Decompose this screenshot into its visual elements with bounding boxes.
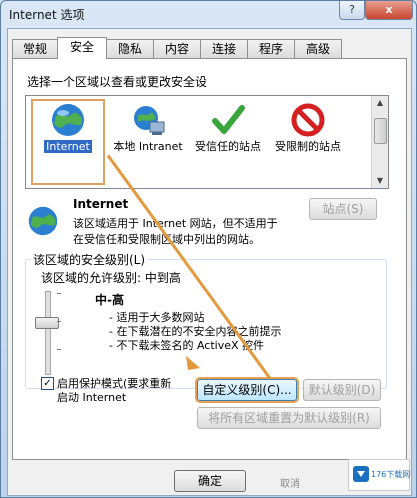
scroll-thumb[interactable]	[374, 118, 387, 144]
protected-mode-label-line2: 启动 Internet	[57, 391, 127, 404]
zone-prompt: 选择一个区域以查看或更改安全设	[27, 75, 208, 89]
tab-general[interactable]: 常规	[12, 39, 58, 58]
window-title: Internet 选项	[9, 8, 85, 22]
red-prohibited-icon	[291, 103, 325, 137]
watermark-text: 176下载网	[371, 470, 411, 479]
security-level-label: 该区域的安全级别(L)	[31, 251, 148, 268]
zone-restricted-sites[interactable]: 受限制的站点	[272, 100, 344, 184]
annotation-arrowhead-icon	[186, 356, 200, 370]
allowed-levels-text: 该区域的允许级别: 中到高	[41, 271, 181, 285]
globe-icon	[28, 206, 58, 236]
zone-trusted-sites-label: 受信任的站点	[195, 140, 261, 153]
scroll-up-arrow-icon[interactable]: ▲	[372, 96, 388, 110]
zone-local-intranet-label: 本地 Intranet	[113, 140, 183, 153]
custom-level-button[interactable]: 自定义级别(C)...	[195, 377, 299, 403]
download-site-logo-icon	[353, 466, 369, 482]
zone-local-intranet[interactable]: 本地 Intranet	[112, 100, 184, 184]
tab-programs[interactable]: 程序	[247, 39, 295, 58]
zone-trusted-sites[interactable]: 受信任的站点	[192, 100, 264, 184]
tab-security[interactable]: 安全	[57, 37, 107, 59]
security-level-slider[interactable]	[35, 317, 59, 329]
security-level-slider-track	[45, 291, 51, 375]
slider-tick	[57, 349, 61, 350]
dialog-client: 常规 安全 隐私 内容 连接 程序 高级 选择一个区域以查看或更改安全设 Int…	[7, 28, 412, 496]
scroll-down-arrow-icon[interactable]: ▼	[372, 174, 388, 188]
zone-internet-label: Internet	[43, 139, 93, 154]
tab-advanced[interactable]: 高级	[294, 39, 342, 58]
tab-content[interactable]: 内容	[153, 39, 201, 58]
default-level-button[interactable]: 默认级别(D)	[303, 379, 381, 401]
slider-tick	[57, 321, 61, 322]
tab-connections[interactable]: 连接	[200, 39, 248, 58]
help-button[interactable]: ?	[339, 1, 365, 20]
slider-tick	[57, 293, 61, 294]
ok-button[interactable]: 确定	[174, 470, 246, 492]
green-check-icon	[212, 105, 245, 134]
security-panel: 选择一个区域以查看或更改安全设 Internet 本地 Intranet 受信任…	[12, 58, 407, 460]
sites-button[interactable]: 站点(S)	[309, 198, 377, 220]
watermark: 176下载网	[348, 459, 410, 491]
title-bar[interactable]: Internet 选项 ? x	[1, 1, 416, 27]
zone-restricted-sites-label: 受限制的站点	[275, 140, 341, 153]
zone-list: Internet 本地 Intranet 受信任的站点 受限制的站点 ▲ ▼	[25, 95, 389, 189]
protected-mode-checkbox[interactable]: ✓	[41, 377, 54, 390]
globe-icon	[52, 104, 84, 136]
internet-options-window: Internet 选项 ? x 常规 安全 隐私 内容 连接 程序 高级 选择一…	[0, 0, 417, 498]
cancel-button-partial[interactable]: 取消	[280, 475, 300, 490]
zone-name: Internet	[73, 197, 129, 211]
zone-description-line1: 该区域适用于 Internet 网站，但不适用于	[73, 217, 278, 230]
level-name: 中-高	[95, 293, 124, 307]
zone-list-scrollbar[interactable]: ▲ ▼	[371, 96, 388, 188]
zone-internet[interactable]: Internet	[31, 99, 105, 185]
reset-all-zones-button[interactable]: 将所有区域重置为默认级别(R)	[197, 407, 381, 429]
close-button[interactable]: x	[365, 1, 413, 20]
tab-privacy[interactable]: 隐私	[106, 39, 154, 58]
local-intranet-icon	[134, 106, 165, 135]
